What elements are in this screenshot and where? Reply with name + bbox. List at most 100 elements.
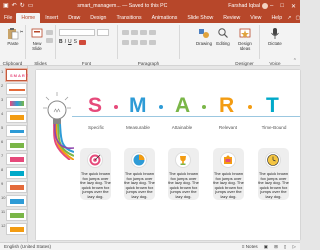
slide-thumbnail-7[interactable]: [6, 153, 27, 165]
design-ideas-button[interactable]: Design Ideas: [236, 27, 254, 51]
line-spacing-button[interactable]: [149, 29, 156, 35]
avatar: [262, 3, 268, 9]
minimize-icon[interactable]: –: [270, 3, 273, 10]
tab-design[interactable]: Design: [85, 13, 111, 23]
drawing-editing-group: Drawing Editing: [180, 25, 230, 59]
reset-button[interactable]: [46, 37, 53, 43]
separator-dot: [159, 105, 163, 109]
current-slide[interactable]: S M A R T Specific Measurable Attainable…: [36, 70, 300, 240]
target-icon: [87, 152, 103, 168]
slide-thumbnail-5[interactable]: [6, 125, 27, 137]
undo-icon[interactable]: ↶: [12, 3, 17, 9]
font-group: B I U S Font: [56, 25, 118, 66]
slide-thumbnail-4[interactable]: [6, 111, 27, 123]
bold-icon[interactable]: B: [59, 39, 63, 45]
tab-transitions[interactable]: Transitions: [111, 13, 146, 23]
design-ideas-label: Design Ideas: [238, 41, 252, 51]
letter-s: S: [88, 94, 103, 117]
tab-help[interactable]: Help: [266, 13, 287, 23]
tab-draw[interactable]: Draw: [63, 13, 85, 23]
justify-button[interactable]: [149, 39, 156, 45]
language-indicator[interactable]: English (United States): [0, 244, 51, 249]
slide-thumbnail-1[interactable]: SMART: [6, 69, 28, 81]
tab-slide-show[interactable]: Slide Show: [182, 13, 218, 23]
bullets-button[interactable]: [122, 29, 129, 35]
quick-access-toolbar: ▣ ↶ ↻ ▭: [0, 3, 33, 9]
collapse-ribbon-icon[interactable]: ⌃: [293, 58, 297, 64]
slide-number: 8: [1, 167, 4, 172]
reading-view-icon[interactable]: ▯: [284, 244, 287, 250]
card-text-specific: The quick brown fox jumps over the lazy …: [80, 171, 111, 199]
dictate-button[interactable]: Dictate: [266, 27, 284, 46]
tab-view[interactable]: View: [245, 13, 266, 23]
slideshow-icon[interactable]: ▷: [292, 244, 296, 250]
save-icon[interactable]: ▣: [3, 3, 9, 9]
separator-dot: [114, 105, 118, 109]
tab-file[interactable]: File: [0, 13, 16, 23]
share-icon[interactable]: ↗: [287, 13, 291, 23]
shapes-icon: [199, 29, 209, 38]
word-relevant: Relevant: [218, 125, 238, 130]
slide-thumbnail-8[interactable]: [6, 167, 27, 179]
drawing-label: Drawing: [195, 41, 213, 46]
slide-thumbnail-2[interactable]: [6, 83, 27, 95]
redo-icon[interactable]: ↻: [20, 3, 25, 9]
slide-thumbnail-3[interactable]: [6, 97, 27, 109]
paste-label: Paste: [7, 41, 19, 46]
word-time-bound: Time-Bound: [261, 125, 287, 130]
align-left-button[interactable]: [122, 39, 129, 45]
search-icon: [218, 28, 228, 38]
ribbon: Paste ✂ Clipboard New Slide Slides B I U…: [0, 23, 300, 66]
normal-view-icon[interactable]: ▣: [264, 244, 268, 250]
slide-sorter-icon[interactable]: ⊞: [274, 244, 278, 250]
tab-animations[interactable]: Animations: [147, 13, 183, 23]
drawing-button[interactable]: Drawing: [195, 27, 213, 46]
numbering-button[interactable]: [131, 29, 138, 35]
word-attainable: Attainable: [171, 125, 193, 130]
notes-button[interactable]: ≡ Notes: [242, 244, 258, 249]
cut-icon[interactable]: ✂: [20, 29, 23, 34]
align-right-button[interactable]: [140, 39, 147, 45]
slide-thumbnail-9[interactable]: [6, 181, 27, 193]
card-text-measurable: The quick brown fox jumps over the lazy …: [124, 171, 155, 199]
pie-chart-icon: [131, 152, 147, 168]
indent-button[interactable]: [140, 29, 147, 35]
align-center-button[interactable]: [131, 39, 138, 45]
close-icon[interactable]: ✕: [291, 3, 296, 10]
slide-thumbnail-10[interactable]: [6, 195, 27, 207]
underline-icon[interactable]: U: [68, 39, 72, 45]
layout-button[interactable]: [46, 29, 53, 35]
italic-icon[interactable]: I: [65, 39, 66, 45]
slide-number: 11: [1, 209, 6, 214]
user-account[interactable]: Farshad Iqbal: [228, 3, 268, 9]
new-slide-icon: [31, 28, 43, 38]
comments-icon[interactable]: ▢: [295, 13, 300, 23]
slide-thumbnail-11[interactable]: [6, 209, 27, 221]
voice-group: Dictate Voice: [260, 25, 290, 66]
clock-icon: [265, 152, 281, 168]
slide-number: 2: [1, 83, 4, 88]
editing-label: Editing: [216, 41, 230, 46]
tab-insert[interactable]: Insert: [40, 13, 63, 23]
slide-thumbnails-panel: 1 SMART 2 3 4 5 6 7 8 9 10 11 12: [0, 66, 28, 242]
paragraph-group: Paragraph: [118, 25, 180, 66]
font-size-select[interactable]: [97, 29, 109, 36]
slide-editor: S M A R T Specific Measurable Attainable…: [28, 66, 300, 242]
strikethrough-icon[interactable]: S: [74, 39, 77, 45]
present-icon[interactable]: ▭: [28, 3, 34, 9]
font-color-button[interactable]: [78, 39, 86, 45]
clipboard-group: Paste ✂ Clipboard: [0, 25, 26, 66]
card-text-relevant: The quick brown fox jumps over the lazy …: [213, 171, 244, 199]
designer-group: Design Ideas Designer: [230, 25, 260, 66]
lightbulb-icon: [43, 92, 74, 160]
slide-thumbnail-12[interactable]: [6, 223, 27, 235]
maximize-icon[interactable]: □: [280, 3, 284, 10]
tab-home[interactable]: Home: [16, 13, 41, 23]
status-bar: English (United States) ≡ Notes ▣ ⊞ ▯ ▷: [0, 242, 300, 250]
tab-review[interactable]: Review: [218, 13, 245, 23]
font-name-select[interactable]: [59, 29, 95, 36]
slide-number: 4: [1, 111, 4, 116]
separator-dot: [248, 105, 252, 109]
slide-thumbnail-6[interactable]: [6, 139, 27, 151]
new-slide-button[interactable]: New Slide: [28, 27, 46, 51]
